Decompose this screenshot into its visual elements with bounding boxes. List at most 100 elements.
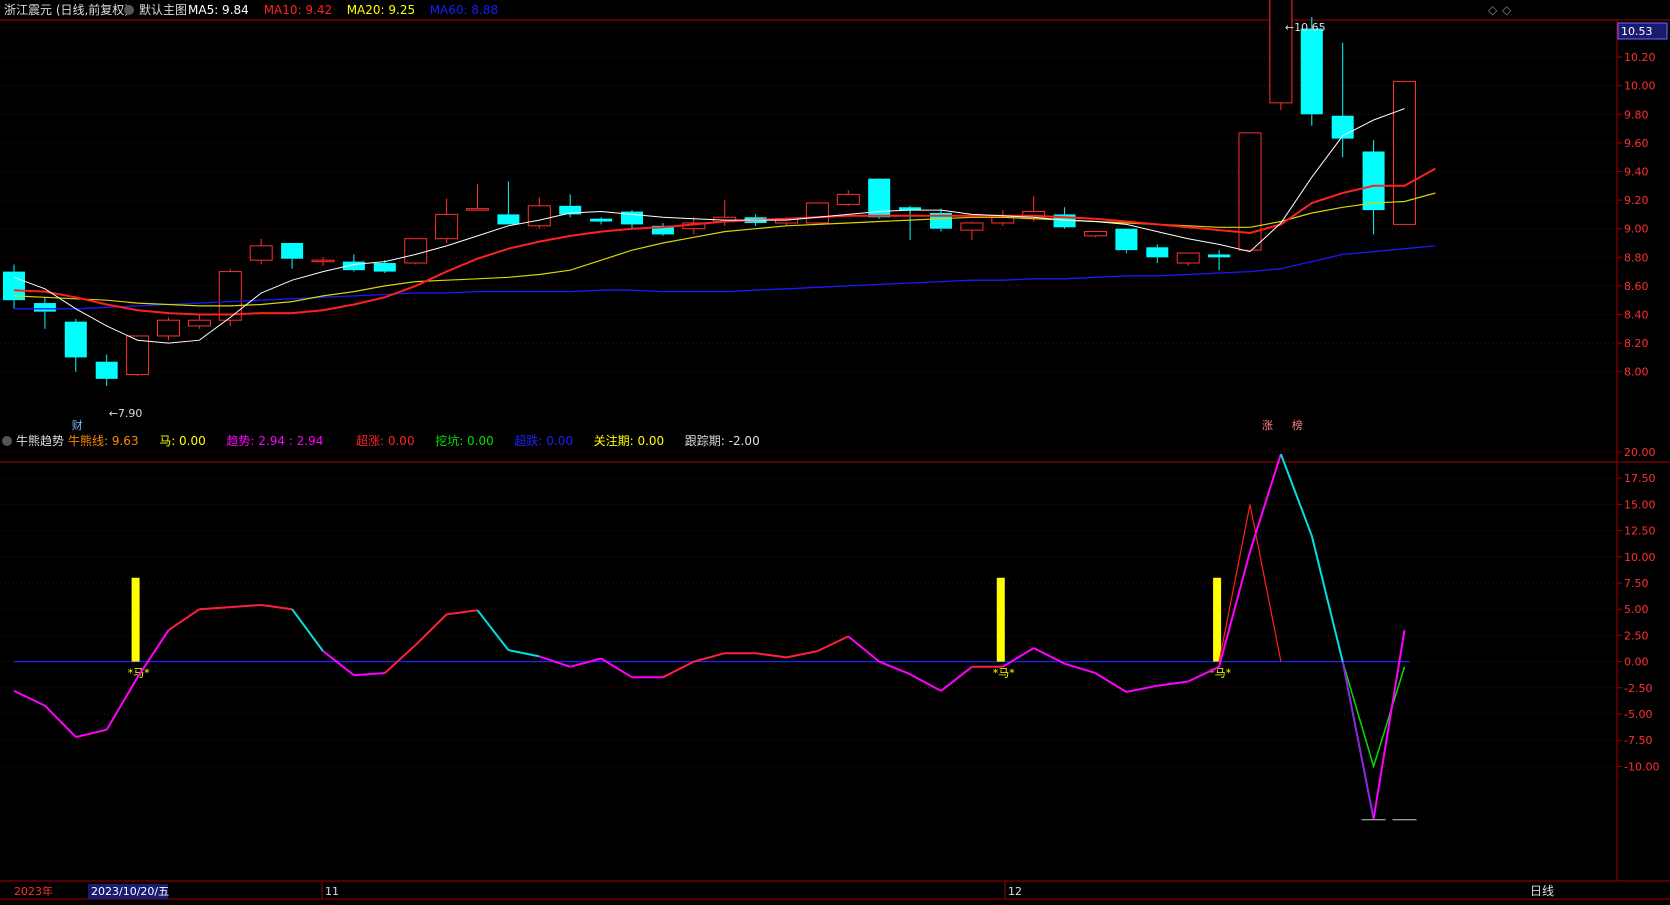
candle[interactable] [404,238,428,265]
price-tick-label: 9.60 [1624,137,1649,150]
candle-body-down [1146,247,1169,258]
ma-legend-item: MA5: 9.84 [188,3,249,17]
candle-body-up [404,238,428,264]
price-tick-label: 8.20 [1624,337,1649,350]
candle-body-up [218,271,242,321]
candle-body-down [281,243,304,259]
candle[interactable] [805,202,829,224]
indicator-tick-label: -7.50 [1624,734,1652,747]
current-price-value: 10.53 [1621,25,1653,38]
candle-body-down [1115,228,1138,251]
indicator-tick-label: 5.00 [1624,603,1649,616]
indicator-legend-item: 超跌: 0.00 [514,433,573,448]
indicator-legend-item: 牛熊线: 9.63 [68,433,139,448]
candle-body-up [249,245,273,261]
indicator-tick-label: -5.00 [1624,708,1652,721]
candle-body-down [64,321,87,358]
price-tick-label: 9.00 [1624,223,1649,236]
candle-body-up [1176,252,1200,264]
candle-body-down [590,218,613,222]
indicator-tick-label: 15.00 [1624,498,1656,511]
indicator-legend-item: 挖坑: 0.00 [435,433,494,448]
candle-body-up [960,222,984,231]
candle[interactable] [1115,228,1138,254]
candle-body-up [1269,0,1293,104]
indicator-legend-item: 马: 0.00 [159,434,206,448]
horse-signal-label: *马* [1209,667,1231,680]
candle-body-up [187,319,211,327]
main-chart-toggle-icon[interactable] [124,5,134,15]
finance-marker[interactable]: 财 [72,418,83,432]
ma-legend-item: MA10: 9.42 [264,3,332,17]
indicator-legend: 牛熊趋势 牛熊线: 9.63 马: 0.00 趋势: 2.94 : 2.94 超涨: … [2,433,760,448]
price-tick-label: 9.20 [1624,194,1649,207]
candle-body-down [1208,254,1231,258]
candle-body-down [1300,28,1323,115]
indicator-tick-label: 2.50 [1624,629,1649,642]
indicator-legend-item: 关注期: 0.00 [594,433,665,448]
indicator-tick-label: -10.00 [1624,760,1659,773]
price-tick-label: 8.40 [1624,309,1649,322]
indicator-legend-item: 超涨: 0.00 [356,433,415,448]
horse-signal-bar [1213,577,1222,662]
price-tick-label: 10.00 [1624,80,1656,93]
high-price-annotation: ←10.65 [1285,21,1326,34]
candle-body-down [497,214,520,225]
candle-body-down [1331,115,1354,139]
candle[interactable] [1393,80,1416,225]
horse-signal-bar [131,577,140,662]
price-tick-label: 9.40 [1624,166,1649,179]
time-axis-year: 2023年 [14,884,53,898]
candle-body-up [157,319,180,337]
main-chart-name[interactable]: 默认主图 [139,2,187,17]
indicator-tick-label: -2.50 [1624,682,1652,695]
dragon-tiger-marker[interactable]: 榜 [1292,418,1303,432]
indicator-legend-item: 趋势: 2.94 : 2.94 [226,434,323,448]
limit-up-marker[interactable]: 涨 [1262,419,1273,432]
low-price-annotation: ←7.90 [109,407,143,420]
indicator-tick-label: 7.50 [1624,577,1649,590]
indicator-tick-label: 10.00 [1624,551,1656,564]
candle-body-down [373,263,396,272]
candle-body-up [805,202,829,224]
candle[interactable] [126,335,150,376]
ma-legend-item: MA20: 9.25 [347,3,415,17]
restore-icon[interactable]: ◇ [1502,3,1512,17]
price-tick-label: 8.80 [1624,251,1649,264]
period-button[interactable]: 日线 [1530,884,1554,898]
price-tick-label: 8.60 [1624,280,1649,293]
price-tick-label: 9.80 [1624,108,1649,121]
horse-signal-label: *马* [128,667,150,680]
candle[interactable] [1269,0,1293,111]
time-axis-nov: 11 [325,885,339,898]
chart-canvas[interactable]: 10.4010.2010.009.809.609.409.209.008.808… [0,0,1670,901]
candle-body-up [1393,80,1416,225]
candle-body-down [1362,151,1385,211]
horse-signal-label: *马* [993,667,1015,680]
horse-signal-bar [996,577,1005,662]
candle-body-up [126,335,150,376]
candle-body-up [836,193,860,205]
candle-body-up [1084,231,1107,237]
time-axis-dec: 12 [1008,885,1022,898]
stock-title[interactable]: 浙江震元 (日线,前复权) [4,2,129,17]
candle-body-up [435,213,459,240]
diamond-icon[interactable]: ◇ [1488,3,1498,17]
indicator-legend-item: 跟踪期: -2.00 [685,434,760,448]
indicator-tick-label: 17.50 [1624,472,1656,485]
time-cursor-date: 2023/10/20/五 [91,885,169,898]
candle-body-down [33,303,56,312]
candle-body-down [95,361,118,379]
price-tick-label: 10.20 [1624,51,1656,64]
price-tick-label: 8.00 [1624,366,1649,379]
indicator-tick-label: 0.00 [1624,656,1649,669]
indicator-name[interactable]: 牛熊趋势 [16,433,64,448]
indicator-tick-label: 20.00 [1624,446,1656,459]
indicator-tick-label: 12.50 [1624,525,1656,538]
candle-body-up [311,259,335,263]
indicator-toggle-icon[interactable] [2,436,12,446]
ma-legend-item: MA60: 8.88 [430,3,498,17]
candle-body-up [466,208,489,211]
stock-chart-window[interactable]: 10.4010.2010.009.809.609.409.209.008.808… [0,0,1670,901]
candle-body-up [527,205,551,227]
